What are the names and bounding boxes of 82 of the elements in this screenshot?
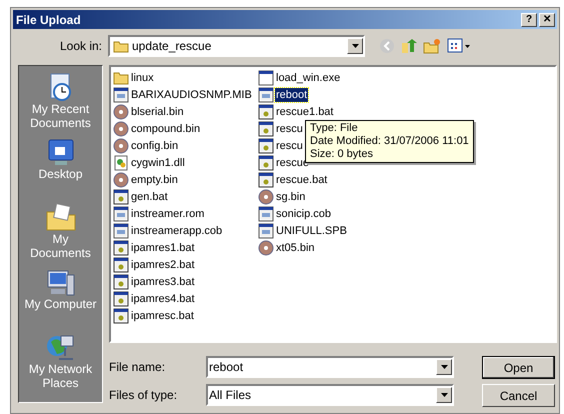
batch-file-icon [113,188,129,204]
file-name-field[interactable]: reboot [206,356,454,378]
window-title: File Upload [16,12,82,28]
look-in-value: update_rescue [132,38,212,55]
caret-icon [440,365,448,369]
dropdown-button[interactable] [436,359,452,375]
file-name-label: File name: [109,359,166,376]
folder-icon [113,70,129,86]
caret-icon [440,393,448,397]
disc-icon [258,188,274,204]
file-item[interactable]: rescu [275,122,304,136]
tooltip-line: Type: File [310,122,359,135]
file-item[interactable]: ipamres4.bat [130,292,196,306]
file-item[interactable]: empty.bin [130,172,179,186]
tooltip-line: Date Modified: 31/07/2006 11:01 [310,135,469,148]
dropdown-button[interactable] [347,38,363,54]
file-item[interactable]: rescue.bat [275,172,328,186]
open-button[interactable]: Open [482,356,555,379]
file-item[interactable]: compound.bin [130,122,202,136]
file-name-value: reboot [208,359,244,376]
file-item[interactable]: load_win.exe [275,70,342,84]
file-item[interactable]: xt05.bin [275,240,316,254]
place-label[interactable]: Desktop [38,167,83,181]
file-item[interactable]: BARIXAUDIOSNMP.MIB [130,88,253,102]
cancel-button[interactable]: Cancel [482,384,555,407]
file-item[interactable]: rescue1.bat [275,104,334,118]
look-in-dropdown[interactable]: update_rescue [108,35,365,57]
file-item[interactable]: ipamres1.bat [130,240,196,254]
file-item[interactable]: ipamres3.bat [130,274,196,288]
file-type-label: Files of type: [109,387,178,404]
dropdown-button[interactable] [436,387,452,403]
file-item[interactable]: ipamres2.bat [130,258,196,272]
disc-icon [113,172,129,188]
caret-icon [352,44,358,48]
document-icon [113,222,129,238]
document-icon [258,86,274,102]
batch-file-icon [113,256,129,272]
batch-file-icon [113,274,129,290]
disc-icon [113,120,129,136]
batch-file-icon [113,240,129,256]
file-item[interactable]: instreamerapp.cob [130,224,224,238]
batch-file-icon [258,154,274,170]
look-in-label: Look in: [58,38,103,55]
tooltip-line: Size: 0 bytes [310,148,374,161]
file-item[interactable]: rescu [275,138,304,152]
file-item[interactable]: cygwin1.dll [130,156,186,170]
file-item[interactable]: UNIFULL.SPB [275,224,348,238]
file-item[interactable]: reboot [275,88,308,102]
batch-file-icon [258,104,274,120]
window-icon [258,70,274,86]
file-type-value: All Files [208,387,252,404]
file-item[interactable]: instreamer.rom [130,206,206,220]
disc-icon [258,240,274,256]
file-item[interactable]: sonicip.cob [275,206,332,220]
batch-file-icon [258,138,274,154]
document-icon [258,222,274,238]
document-icon [113,206,129,222]
file-item[interactable]: blserial.bin [130,104,185,118]
gear-document-icon [113,154,129,170]
place-label[interactable]: My Computer [24,297,97,311]
file-type-dropdown[interactable]: All Files [206,384,454,406]
batch-file-icon [258,172,274,188]
batch-file-icon [113,308,129,324]
file-item[interactable]: ipamresc.bat [130,308,195,322]
disc-icon [113,138,129,154]
folder-documents-icon[interactable] [44,202,76,232]
document-icon [258,206,274,222]
disc-icon [113,104,129,120]
folder-icon [113,40,129,52]
file-item[interactable]: gen.bat [130,190,169,204]
place-label[interactable]: My Documents [20,232,100,260]
document-icon [113,86,129,102]
file-item[interactable]: linux [130,70,155,84]
file-item[interactable]: sg.bin [275,190,306,204]
view-menu-icon[interactable] [447,38,471,54]
help-button[interactable]: ? [521,12,537,26]
place-label[interactable]: My Recent Documents [20,102,100,130]
file-item[interactable]: config.bin [130,138,180,152]
place-label[interactable]: My Network Places [20,362,100,390]
close-button[interactable]: ✕ [539,12,555,26]
batch-file-icon [258,120,274,136]
batch-file-icon [113,290,129,306]
